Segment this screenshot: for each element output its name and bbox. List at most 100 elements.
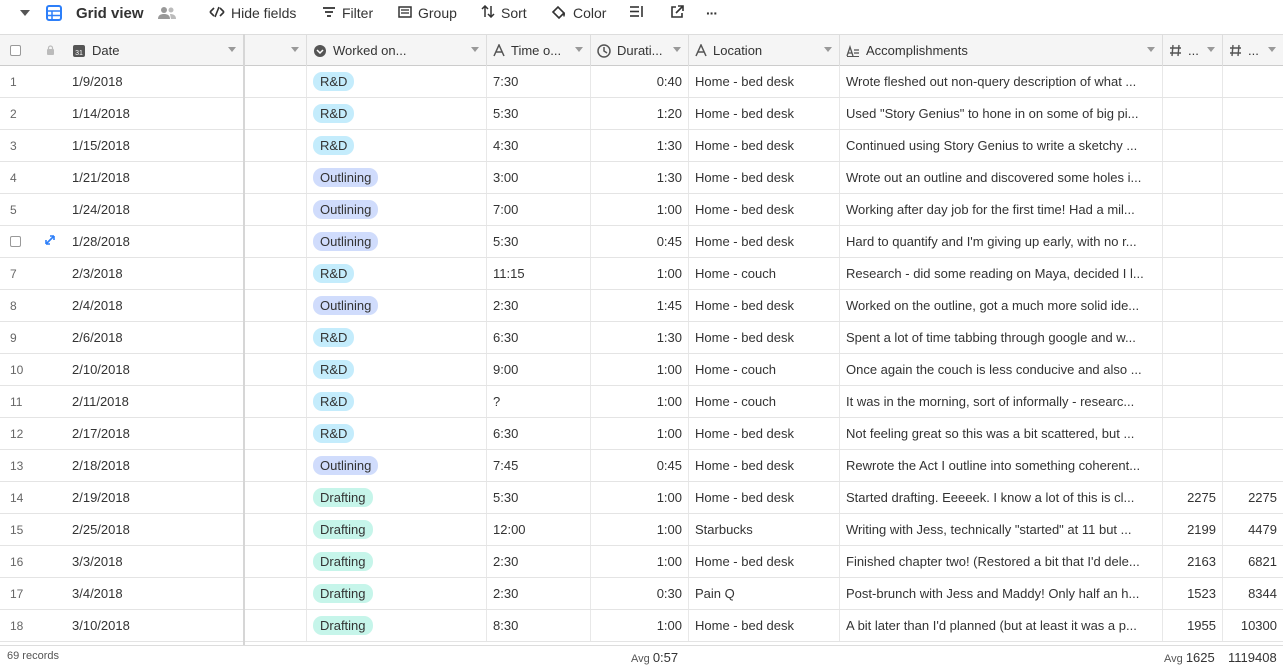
worked-on-cell[interactable]: R&D [307, 418, 487, 449]
date-cell[interactable]: 3/3/2018 [66, 546, 244, 577]
time-of-day-cell[interactable]: 5:30 [487, 482, 591, 513]
hidden-field-cell[interactable] [245, 354, 307, 385]
total-words-cell[interactable] [1223, 354, 1283, 385]
duration-cell[interactable]: 0:45 [591, 450, 689, 481]
table-row[interactable]: 18 3/10/2018 Drafting 8:30 1:00 Home - bed de… [0, 610, 1283, 642]
total-words-cell[interactable] [1223, 162, 1283, 193]
table-row[interactable]: 8 2/4/2018 Outlining 2:30 1:45 Home - bed des… [0, 290, 1283, 322]
total-words-cell[interactable]: 4479 [1223, 514, 1283, 545]
duration-cell[interactable]: 0:40 [591, 66, 689, 97]
accomplishments-cell[interactable]: It was in the morning, sort of informall… [840, 386, 1163, 417]
table-row[interactable]: 11 2/11/2018 R&D? 1:00 Home - couch It was in… [0, 386, 1283, 418]
column-header-time-of[interactable]: Time o... [487, 35, 591, 66]
date-cell[interactable]: 2/19/2018 [66, 482, 244, 513]
table-row[interactable]: 3 1/15/2018 R&D 4:30 1:30 Home - bed desk Cont… [0, 130, 1283, 162]
table-row[interactable]: 13 2/18/2018 Outlining 7:45 0:45 Home - bed d… [0, 450, 1283, 482]
time-of-day-cell[interactable]: 5:30 [487, 226, 591, 257]
accomplishments-cell[interactable]: Not feeling great so this was a bit scat… [840, 418, 1163, 449]
words-summary[interactable]: Avg 1625 [1164, 650, 1215, 665]
table-row[interactable]: 1 1/9/2018 R&D 7:30 0:40 Home - bed desk Wrote… [0, 66, 1283, 98]
total-words-cell[interactable] [1223, 418, 1283, 449]
date-cell[interactable]: 2/3/2018 [66, 258, 244, 289]
chevron-down-icon[interactable] [228, 47, 236, 52]
duration-summary[interactable]: Avg 0:57 [631, 650, 678, 665]
worked-on-cell[interactable]: Outlining [307, 450, 487, 481]
duration-cell[interactable]: 1:30 [591, 162, 689, 193]
location-cell[interactable]: Home - bed desk [689, 450, 840, 481]
worked-on-cell[interactable]: R&D [307, 322, 487, 353]
total-words-cell[interactable]: 8344 [1223, 578, 1283, 609]
hidden-field-cell[interactable] [245, 258, 307, 289]
time-of-day-cell[interactable]: 6:30 [487, 418, 591, 449]
row-checkbox[interactable] [10, 236, 21, 247]
words-cell[interactable] [1163, 98, 1223, 129]
accomplishments-cell[interactable]: Worked on the outline, got a much more s… [840, 290, 1163, 321]
hidden-field-cell[interactable] [245, 514, 307, 545]
column-header-worked-on[interactable]: Worked on... [307, 35, 487, 66]
words-cell[interactable] [1163, 450, 1223, 481]
worked-on-cell[interactable]: R&D [307, 258, 487, 289]
location-cell[interactable]: Home - bed desk [689, 482, 840, 513]
total-words-cell[interactable]: 10300 [1223, 610, 1283, 641]
duration-cell[interactable]: 1:20 [591, 98, 689, 129]
duration-cell[interactable]: 1:00 [591, 546, 689, 577]
collaborators-icon[interactable] [157, 6, 182, 20]
worked-on-cell[interactable]: Outlining [307, 194, 487, 225]
time-of-day-cell[interactable]: ? [487, 386, 591, 417]
accomplishments-cell[interactable]: Continued using Story Genius to write a … [840, 130, 1163, 161]
select-all-checkbox[interactable] [10, 45, 21, 56]
worked-on-cell[interactable]: Outlining [307, 290, 487, 321]
words-cell[interactable] [1163, 258, 1223, 289]
hidden-field-cell[interactable] [245, 546, 307, 577]
column-header-duration[interactable]: Durati... [591, 35, 689, 66]
hidden-field-cell[interactable] [245, 610, 307, 641]
words-cell[interactable]: 2275 [1163, 482, 1223, 513]
duration-cell[interactable]: 1:30 [591, 130, 689, 161]
total-words-cell[interactable] [1223, 450, 1283, 481]
words-cell[interactable] [1163, 386, 1223, 417]
words-cell[interactable] [1163, 226, 1223, 257]
date-cell[interactable]: 1/14/2018 [66, 98, 244, 129]
chevron-down-icon[interactable] [291, 47, 299, 52]
worked-on-cell[interactable]: R&D [307, 98, 487, 129]
table-row[interactable]: 9 2/6/2018 R&D 6:30 1:30 Home - bed desk Spent… [0, 322, 1283, 354]
table-row[interactable]: 16 3/3/2018 Drafting 2:30 1:00 Home - bed des… [0, 546, 1283, 578]
accomplishments-cell[interactable]: A bit later than I'd planned (but at lea… [840, 610, 1163, 641]
accomplishments-cell[interactable]: Post-brunch with Jess and Maddy! Only ha… [840, 578, 1163, 609]
location-cell[interactable]: Home - bed desk [689, 66, 840, 97]
table-row[interactable]: 12 2/17/2018 R&D 6:30 1:00 Home - bed desk Not… [0, 418, 1283, 450]
date-cell[interactable]: 1/28/2018 [66, 226, 244, 257]
worked-on-cell[interactable]: Drafting [307, 578, 487, 609]
frozen-column-divider[interactable] [243, 34, 245, 665]
time-of-day-cell[interactable]: 2:30 [487, 546, 591, 577]
select-all-cell[interactable] [0, 35, 40, 66]
worked-on-cell[interactable]: Outlining [307, 162, 487, 193]
chevron-down-icon[interactable] [471, 47, 479, 52]
share-view-button[interactable] [670, 0, 690, 26]
duration-cell[interactable]: 1:00 [591, 514, 689, 545]
total-words-cell[interactable] [1223, 386, 1283, 417]
accomplishments-cell[interactable]: Hard to quantify and I'm giving up early… [840, 226, 1163, 257]
date-cell[interactable]: 1/9/2018 [66, 66, 244, 97]
column-header-words[interactable]: ... [1163, 35, 1223, 66]
worked-on-cell[interactable]: R&D [307, 354, 487, 385]
location-cell[interactable]: Pain Q [689, 578, 840, 609]
worked-on-cell[interactable]: Drafting [307, 546, 487, 577]
accomplishments-cell[interactable]: Used "Story Genius" to hone in on some o… [840, 98, 1163, 129]
time-of-day-cell[interactable]: 9:00 [487, 354, 591, 385]
time-of-day-cell[interactable]: 4:30 [487, 130, 591, 161]
duration-cell[interactable]: 1:00 [591, 386, 689, 417]
location-cell[interactable]: Home - bed desk [689, 194, 840, 225]
time-of-day-cell[interactable]: 6:30 [487, 322, 591, 353]
column-header-location[interactable]: Location [689, 35, 840, 66]
accomplishments-cell[interactable]: Rewrote the Act I outline into something… [840, 450, 1163, 481]
location-cell[interactable]: Home - couch [689, 258, 840, 289]
duration-cell[interactable]: 1:45 [591, 290, 689, 321]
duration-cell[interactable]: 1:00 [591, 354, 689, 385]
table-row[interactable]: 2 1/14/2018 R&D 5:30 1:20 Home - bed desk Used… [0, 98, 1283, 130]
chevron-down-icon[interactable] [824, 47, 832, 52]
row-select-cell[interactable] [0, 226, 40, 257]
location-cell[interactable]: Home - bed desk [689, 290, 840, 321]
words-cell[interactable] [1163, 162, 1223, 193]
hidden-field-cell[interactable] [245, 290, 307, 321]
